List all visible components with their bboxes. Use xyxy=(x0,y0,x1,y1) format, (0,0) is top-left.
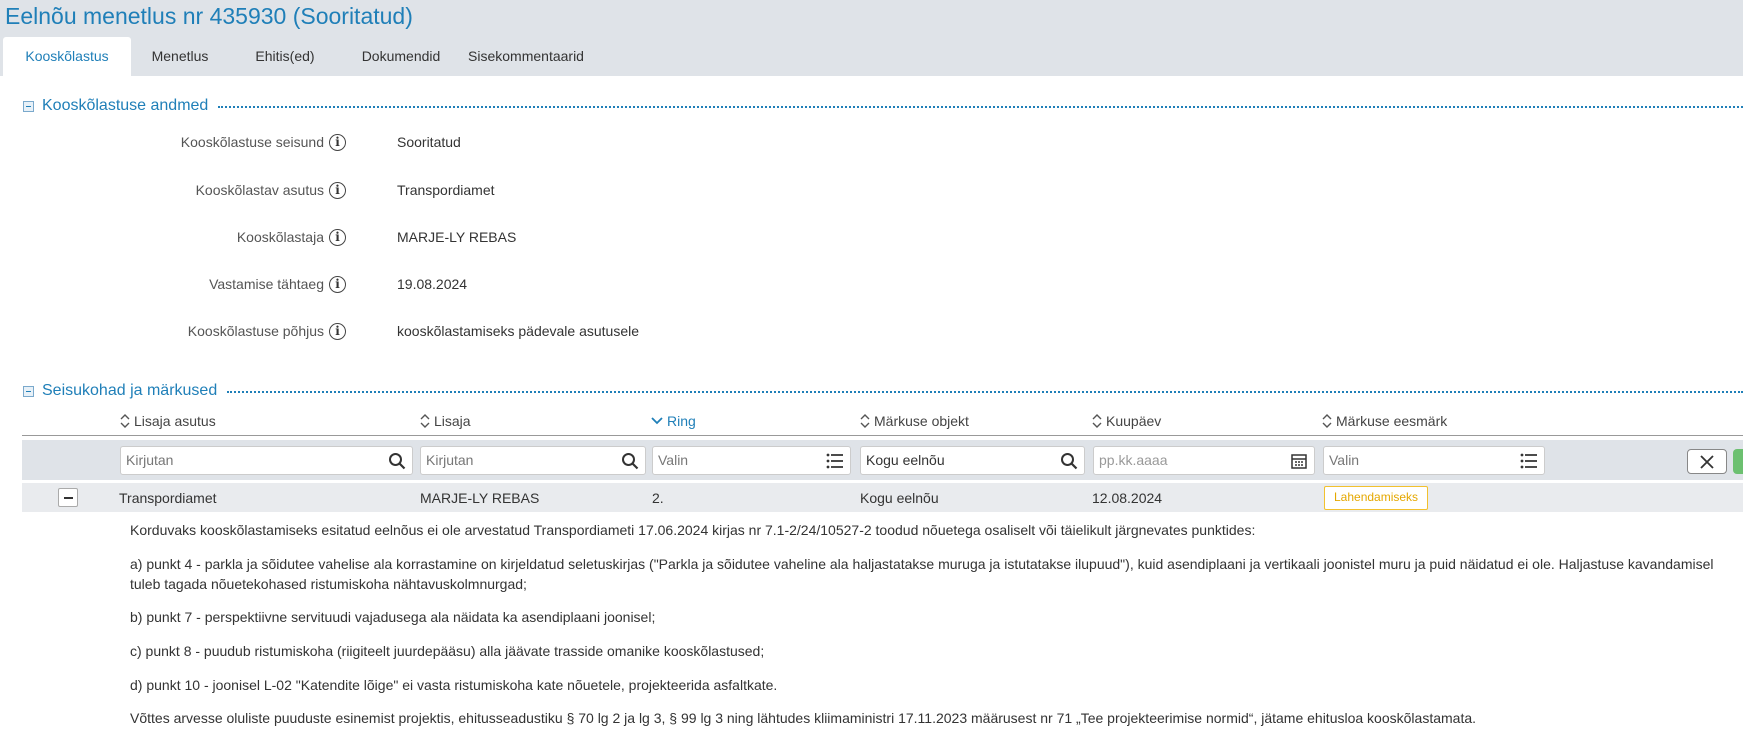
page-title: Eelnõu menetlus nr 435930 (Sooritatud) xyxy=(5,3,413,29)
comment-paragraph: a) punkt 4 - parkla ja sõidutee vahelise… xyxy=(130,556,1714,592)
filter-date-input[interactable]: pp.kk.aaaa xyxy=(1093,446,1315,475)
top-bar: Eelnõu menetlus nr 435930 (Sooritatud) K… xyxy=(0,0,1743,76)
remarks-section-title: Seisukohad ja märkused xyxy=(42,382,218,399)
collapse-remarks-icon[interactable] xyxy=(23,385,34,397)
tab-dokumendid[interactable]: Dokumendid xyxy=(341,37,461,76)
tab-kooskolastus[interactable]: Kooskõlastus xyxy=(3,37,131,76)
sort-icon xyxy=(1322,414,1332,428)
info-icon[interactable]: i xyxy=(329,228,346,246)
sort-icon xyxy=(860,414,870,428)
apply-filters-button[interactable] xyxy=(1733,449,1743,474)
sort-icon xyxy=(1092,414,1102,428)
close-icon xyxy=(1700,455,1714,469)
list-icon[interactable] xyxy=(826,452,844,470)
search-icon[interactable] xyxy=(621,452,639,470)
field-label: Kooskõlastuse seisund xyxy=(180,134,324,150)
field-seisund: Kooskõlastuse seisund i Sooritatud xyxy=(0,131,900,153)
section-divider xyxy=(218,106,1743,108)
chevron-down-icon xyxy=(651,417,663,425)
details-section-header: Kooskõlastuse andmed xyxy=(23,96,1743,116)
field-label: Vastamise tähtaeg xyxy=(209,276,324,292)
tab-menetlus[interactable]: Menetlus xyxy=(131,37,229,76)
search-icon[interactable] xyxy=(388,452,406,470)
field-label: Kooskõlastuse põhjus xyxy=(187,323,324,339)
col-ring[interactable]: Ring xyxy=(651,413,696,429)
tab-sisekommentaarid[interactable]: Sisekommentaarid xyxy=(461,37,591,76)
field-kooskolastaja: Kooskõlastaja i MARJE-LY REBAS xyxy=(0,226,900,248)
list-icon[interactable] xyxy=(1520,452,1538,470)
cell-agency: Transpordiamet xyxy=(119,490,217,506)
col-lisaja[interactable]: Lisaja xyxy=(420,413,471,429)
collapse-row-icon[interactable] xyxy=(58,488,78,507)
search-icon[interactable] xyxy=(1060,452,1078,470)
field-label: Kooskõlastaja xyxy=(236,229,324,245)
info-icon[interactable]: i xyxy=(329,275,346,293)
calendar-icon[interactable] xyxy=(1290,452,1308,470)
tab-ehitised[interactable]: Ehitis(ed) xyxy=(229,37,341,76)
details-section-title: Kooskõlastuse andmed xyxy=(42,97,209,114)
field-pohjus: Kooskõlastuse põhjus i kooskõlastamiseks… xyxy=(0,320,900,342)
sort-icon xyxy=(420,414,430,428)
filter-round-select[interactable]: Valin xyxy=(652,446,851,475)
filter-agency-input[interactable]: Kirjutan xyxy=(120,446,413,475)
field-label: Kooskõlastav asutus xyxy=(195,182,324,198)
collapse-details-icon[interactable] xyxy=(23,100,34,112)
info-icon[interactable]: i xyxy=(329,181,346,199)
filter-object-input[interactable]: Kogu eelnõu xyxy=(860,446,1085,475)
cell-date: 12.08.2024 xyxy=(1092,490,1163,506)
table-header: Lisaja asutus Lisaja Ring Märkuse objekt… xyxy=(22,409,1743,436)
comment-paragraph: b) punkt 7 - perspektiivne servituudi va… xyxy=(130,609,656,625)
sort-icon xyxy=(120,414,130,428)
comment-paragraph: Korduvaks kooskõlastamiseks esitatud eel… xyxy=(130,522,1256,538)
col-markuse-objekt[interactable]: Märkuse objekt xyxy=(860,413,969,429)
filter-purpose-select[interactable]: Valin xyxy=(1323,446,1545,475)
col-lisaja-asutus[interactable]: Lisaja asutus xyxy=(120,413,216,429)
comment-paragraph: d) punkt 10 - joonisel L-02 "Katendite l… xyxy=(130,677,778,693)
col-kuupaev[interactable]: Kuupäev xyxy=(1092,413,1161,429)
comment-paragraph: c) punkt 8 - puudub ristumiskoha (riigit… xyxy=(130,643,765,659)
field-value: Transpordiamet xyxy=(397,182,495,198)
tab-bar: Kooskõlastus Menetlus Ehitis(ed) Dokumen… xyxy=(3,37,591,76)
cell-round: 2. xyxy=(652,490,664,506)
section-divider xyxy=(227,391,1743,393)
field-tahtaeg: Vastamise tähtaeg i 19.08.2024 xyxy=(0,273,900,295)
cell-author: MARJE-LY REBAS xyxy=(420,490,540,506)
field-asutus: Kooskõlastav asutus i Transpordiamet xyxy=(0,179,900,201)
info-icon[interactable]: i xyxy=(329,133,346,151)
field-value: MARJE-LY REBAS xyxy=(397,229,517,245)
col-markuse-eesmark[interactable]: Märkuse eesmärk xyxy=(1322,413,1447,429)
field-value: kooskõlastamiseks pädevale asutusele xyxy=(397,323,640,339)
info-icon[interactable]: i xyxy=(329,322,346,340)
table-row[interactable]: Transpordiamet MARJE-LY REBAS 2. Kogu ee… xyxy=(22,483,1743,512)
clear-filters-button[interactable] xyxy=(1687,449,1727,474)
field-value: 19.08.2024 xyxy=(397,276,468,292)
cell-object: Kogu eelnõu xyxy=(860,490,939,506)
comment-paragraph: Võttes arvesse oluliste puuduste esinemi… xyxy=(130,710,1477,726)
filter-bar: Kirjutan Kirjutan Valin Kogu eelnõu pp.k… xyxy=(22,440,1743,480)
status-badge: Lahendamiseks xyxy=(1324,486,1429,510)
field-value: Sooritatud xyxy=(397,134,461,150)
filter-author-input[interactable]: Kirjutan xyxy=(420,446,646,475)
remarks-section-header: Seisukohad ja märkused xyxy=(23,381,1743,401)
